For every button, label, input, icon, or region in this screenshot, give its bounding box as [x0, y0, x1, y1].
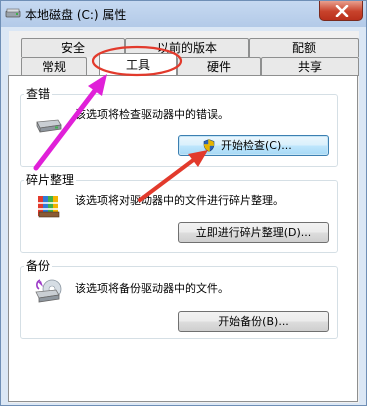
start-backup-label: 开始备份(B)...: [218, 315, 289, 328]
defrag-icon: [38, 196, 60, 218]
hard-drive-icon: [36, 119, 62, 133]
start-backup-button[interactable]: 开始备份(B)...: [178, 311, 329, 332]
tab-quota[interactable]: 配额: [249, 38, 359, 57]
start-check-button[interactable]: 开始检查(C)...: [178, 135, 329, 156]
tab-label: 共享: [297, 60, 322, 74]
defrag-title: 碎片整理: [24, 171, 77, 188]
backup-description: 该选项将备份驱动器中的文件。: [75, 282, 229, 295]
tab-tools[interactable]: 工具: [99, 53, 177, 75]
backup-icon: [35, 279, 62, 303]
tab-hardware[interactable]: 硬件: [177, 57, 261, 76]
tab-label: 硬件: [206, 60, 231, 74]
backup-title: 备份: [24, 257, 53, 274]
tab-sharing[interactable]: 共享: [261, 57, 359, 76]
window-title: 本地磁盘 (C:) 属性: [25, 8, 127, 22]
close-button[interactable]: [319, 1, 363, 21]
drive-icon: [5, 8, 21, 18]
uac-shield-icon: [203, 139, 215, 152]
error-check-description: 该选项将检查驱动器中的错误。: [75, 108, 229, 121]
defrag-now-label: 立即进行碎片整理(D)...: [195, 226, 312, 239]
error-check-title: 查错: [24, 85, 53, 102]
close-icon: [335, 5, 349, 17]
tab-label: 配额: [291, 41, 316, 55]
tab-general[interactable]: 常规: [21, 57, 87, 76]
tab-label: 常规: [41, 60, 66, 74]
defrag-description: 该选项将对驱动器中的文件进行碎片整理。: [75, 194, 284, 207]
title-bar[interactable]: 本地磁盘 (C:) 属性: [1, 1, 366, 27]
start-check-label: 开始检查(C)...: [221, 139, 292, 152]
defrag-now-button[interactable]: 立即进行碎片整理(D)...: [178, 222, 329, 243]
tab-label: 工具: [125, 58, 150, 72]
tab-label: 安全: [60, 41, 85, 55]
error-check-group: [20, 94, 338, 167]
